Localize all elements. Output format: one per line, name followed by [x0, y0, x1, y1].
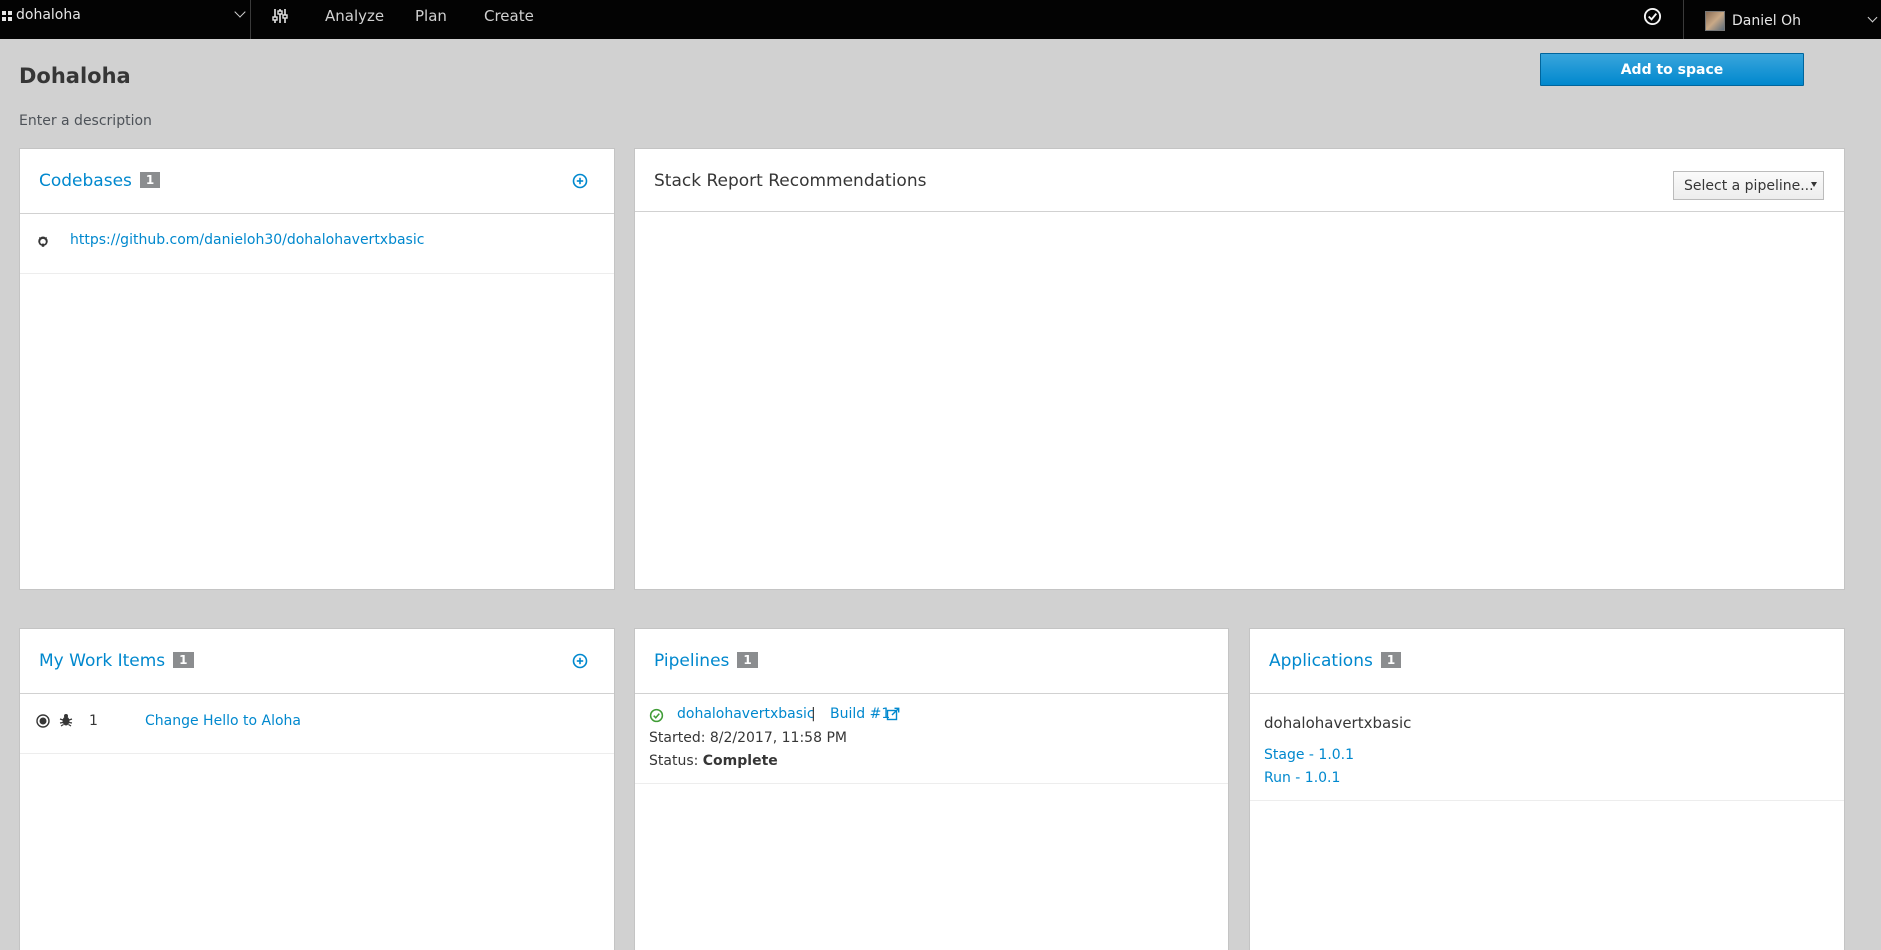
- list-item: https://github.com/danieloh30/dohalohave…: [20, 214, 614, 274]
- bug-icon: [59, 714, 73, 727]
- work-item-number: 1: [89, 713, 98, 729]
- state-icon: [36, 714, 50, 728]
- pipelines-title-link[interactable]: Pipelines: [654, 651, 729, 671]
- sliders-icon[interactable]: [272, 8, 288, 24]
- avatar: [1705, 11, 1725, 31]
- chevron-down-icon: [234, 6, 246, 18]
- caret-down-icon: [1811, 182, 1817, 187]
- pipelines-card: Pipelines 1 dohalohavertxbasic | Build #1…: [634, 628, 1229, 950]
- page-title: Dohaloha: [19, 64, 131, 88]
- nav-create[interactable]: Create: [484, 7, 534, 25]
- nav-analyze[interactable]: Analyze: [325, 7, 384, 25]
- count-badge: 1: [1380, 652, 1402, 668]
- codebases-card: Codebases 1 https://github.com/danieloh30…: [19, 148, 615, 590]
- add-to-space-button[interactable]: Add to space: [1540, 53, 1804, 86]
- work-items-title-link[interactable]: My Work Items: [39, 651, 165, 671]
- space-description[interactable]: Enter a description: [19, 113, 152, 129]
- stack-report-card: Stack Report Recommendations Select a pi…: [634, 148, 1845, 590]
- card-header: Stack Report Recommendations Select a pi…: [635, 149, 1844, 212]
- card-header: Codebases 1: [20, 149, 614, 214]
- applications-title-link[interactable]: Applications: [1269, 651, 1373, 671]
- select-value: Select a pipeline...: [1684, 178, 1814, 194]
- status-check-icon[interactable]: [1643, 7, 1662, 26]
- chevron-down-icon: [1867, 12, 1878, 23]
- pipeline-select[interactable]: Select a pipeline...: [1673, 171, 1824, 200]
- user-menu[interactable]: Daniel Oh: [1683, 0, 1881, 39]
- application-name: dohalohavertxbasic: [1264, 714, 1412, 732]
- user-name: Daniel Oh: [1732, 13, 1801, 29]
- space-name: dohaloha: [16, 7, 81, 23]
- grid-icon: [2, 11, 12, 21]
- card-header: Applications 1: [1250, 629, 1844, 694]
- github-icon: [38, 236, 48, 247]
- card-title: Stack Report Recommendations: [654, 171, 927, 191]
- count-badge: 1: [139, 172, 161, 188]
- codebases-title-link[interactable]: Codebases: [39, 171, 132, 191]
- card-title: My Work Items 1: [39, 651, 194, 671]
- codebase-url-link[interactable]: https://github.com/danieloh30/dohalohave…: [70, 232, 424, 248]
- space-switcher[interactable]: dohaloha: [0, 0, 251, 39]
- top-navbar: dohaloha Analyze Plan Create Daniel Oh: [0, 0, 1881, 39]
- list-item: 1 Change Hello to Aloha: [20, 694, 614, 754]
- add-codebase-icon[interactable]: [572, 173, 588, 189]
- stage-link[interactable]: Stage - 1.0.1: [1264, 747, 1354, 763]
- card-title: Applications 1: [1269, 651, 1402, 671]
- card-header: My Work Items 1: [20, 629, 614, 694]
- work-items-card: My Work Items 1 1 Change Hello to Aloha: [19, 628, 615, 950]
- run-link[interactable]: Run - 1.0.1: [1264, 770, 1340, 786]
- add-work-item-icon[interactable]: [572, 653, 588, 669]
- card-title: Codebases 1: [39, 171, 161, 191]
- count-badge: 1: [737, 652, 758, 668]
- work-item-title-link[interactable]: Change Hello to Aloha: [145, 713, 301, 729]
- applications-card: Applications 1 dohalohavertxbasic Stage -…: [1249, 628, 1845, 950]
- list-item: [635, 694, 1228, 784]
- nav-plan[interactable]: Plan: [415, 7, 447, 25]
- card-header: Pipelines 1: [635, 629, 1228, 694]
- count-badge: 1: [173, 652, 194, 668]
- card-title: Pipelines 1: [654, 651, 758, 671]
